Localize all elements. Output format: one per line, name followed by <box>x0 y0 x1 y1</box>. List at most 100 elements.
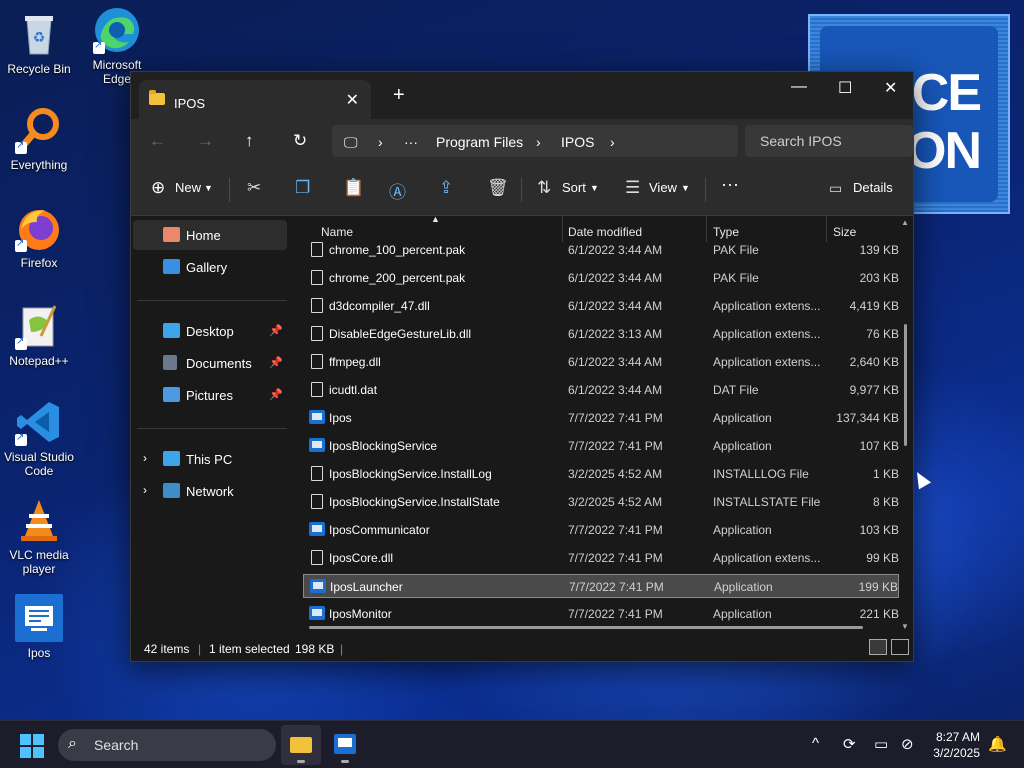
desktop-icon-ipos[interactable]: Ipos <box>2 594 76 660</box>
vertical-scrollbar[interactable]: ▲ ▼ <box>901 216 911 633</box>
scrollbar-thumb[interactable] <box>904 324 907 446</box>
nav-item-this-pc[interactable]: › This PC <box>133 444 287 474</box>
forward-button[interactable]: → <box>197 131 214 151</box>
more-path-icon[interactable]: ··· <box>404 134 418 150</box>
desktop-icon-notepadpp[interactable]: Notepad++ <box>2 302 76 368</box>
pin-icon[interactable]: 📌 <box>269 356 283 369</box>
pin-icon[interactable]: 📌 <box>269 324 283 337</box>
new-icon[interactable]: ⊕ <box>151 178 165 198</box>
desktop-icon-label: Visual Studio Code <box>4 450 74 478</box>
chevron-right-icon[interactable]: › <box>378 134 383 150</box>
share-icon[interactable]: ⇪ <box>439 178 453 198</box>
horizontal-scrollbar[interactable] <box>309 626 863 629</box>
refresh-button[interactable]: ↻ <box>293 131 307 151</box>
sort-icon[interactable]: ⇅ <box>537 178 551 198</box>
column-header-size[interactable]: Size <box>833 225 856 239</box>
desktop-icon-vscode[interactable]: Visual Studio Code <box>2 398 76 478</box>
file-row[interactable]: IposMonitor 7/7/2022 7:41 PM Application 22… <box>303 602 899 626</box>
delete-icon[interactable]: 🗑 <box>487 178 509 198</box>
tiles-view-button[interactable] <box>891 639 909 655</box>
chevron-right-icon[interactable]: › <box>143 451 147 465</box>
nav-item-pictures[interactable]: Pictures 📌 <box>133 380 287 410</box>
file-row[interactable]: IposBlockingService.InstallLog 3/2/2025 4… <box>303 462 899 486</box>
breadcrumb-program-files[interactable]: Program Files <box>436 134 523 150</box>
desktop-icon-recycle-bin[interactable]: ♻ Recycle Bin <box>2 10 76 76</box>
taskbar-ipos[interactable] <box>325 725 365 765</box>
up-button[interactable]: ↑ <box>245 131 254 151</box>
notification-bell-icon[interactable]: 🔔 <box>988 735 1007 753</box>
chevron-down-icon[interactable]: ▼ <box>681 183 690 193</box>
close-tab-icon[interactable]: ✕ <box>346 90 359 110</box>
tab-ipos[interactable]: IPOS ✕ <box>139 80 371 119</box>
volume-icon[interactable]: ⊘ <box>901 735 914 753</box>
sort-button[interactable]: Sort <box>562 180 586 195</box>
file-row[interactable]: IposLauncher 7/7/2022 7:41 PM Application 1… <box>303 574 899 598</box>
copy-icon[interactable]: ❐ <box>295 178 310 198</box>
file-row[interactable]: chrome_100_percent.pak 6/1/2022 3:44 AM PA… <box>303 238 899 262</box>
pin-icon[interactable]: 📌 <box>269 388 283 401</box>
file-row[interactable]: Ipos 7/7/2022 7:41 PM Application 137,344 K… <box>303 406 899 430</box>
file-icon <box>311 494 323 509</box>
file-explorer-window: IPOS ✕ + — ☐ ✕ ← → ↑ ↻ 🖵 › ··· Program F… <box>130 71 914 662</box>
nav-item-gallery[interactable]: Gallery <box>133 252 287 282</box>
file-row[interactable]: DisableEdgeGestureLib.dll 6/1/2022 3:13 A… <box>303 322 899 346</box>
show-hidden-icons[interactable]: ^ <box>812 735 819 752</box>
start-button[interactable] <box>20 734 44 758</box>
desktop-icon-vlc[interactable]: VLC media player <box>2 496 76 576</box>
details-pane-icon[interactable]: ▭ <box>829 180 842 197</box>
new-button[interactable]: New <box>175 180 201 195</box>
paste-icon[interactable]: 📋 <box>343 178 364 198</box>
file-row[interactable]: d3dcompiler_47.dll 6/1/2022 3:44 AM Applic… <box>303 294 899 318</box>
more-options-button[interactable]: ··· <box>721 174 739 195</box>
file-row[interactable]: chrome_200_percent.pak 6/1/2022 3:44 AM PA… <box>303 266 899 290</box>
chevron-right-icon[interactable]: › <box>536 134 541 150</box>
column-header-date[interactable]: Date modified <box>568 225 642 239</box>
taskbar-search[interactable]: ⌕ Search <box>58 729 276 761</box>
system-clock[interactable]: 8:27 AM 3/2/2025 <box>933 729 980 761</box>
close-window-button[interactable]: ✕ <box>884 78 897 98</box>
view-icon[interactable]: ☰ <box>625 178 640 198</box>
desktop-icon-firefox[interactable]: Firefox <box>2 204 76 270</box>
search-input[interactable]: Search IPOS <box>760 133 842 149</box>
column-header-name[interactable]: Name <box>321 225 353 239</box>
file-row[interactable]: IposCore.dll 7/7/2022 7:41 PM Application … <box>303 546 899 570</box>
file-type: Application <box>714 580 773 594</box>
file-type: PAK File <box>713 243 759 257</box>
desktop-icon-everything[interactable]: Everything <box>2 106 76 172</box>
chevron-right-icon[interactable]: › <box>143 483 147 497</box>
maximize-button[interactable]: ☐ <box>838 78 852 98</box>
search-box[interactable]: Search IPOS <box>745 125 913 157</box>
rename-icon[interactable]: Ⓐ <box>389 178 406 203</box>
file-row[interactable]: icudtl.dat 6/1/2022 3:44 AM DAT File 9,977 … <box>303 378 899 402</box>
scroll-down-icon[interactable]: ▼ <box>901 622 909 631</box>
file-row[interactable]: ffmpeg.dll 6/1/2022 3:44 AM Application ex… <box>303 350 899 374</box>
details-view-button[interactable] <box>869 639 887 655</box>
file-type: Application extens... <box>713 299 821 313</box>
file-row[interactable]: IposBlockingService 7/7/2022 7:41 PM Appli… <box>303 434 899 458</box>
chevron-down-icon[interactable]: ▼ <box>590 183 599 193</box>
nav-item-desktop[interactable]: Desktop 📌 <box>133 316 287 346</box>
chevron-right-icon[interactable]: › <box>610 134 615 150</box>
view-button[interactable]: View <box>649 180 677 195</box>
sync-icon[interactable]: ⟳ <box>843 735 856 753</box>
network-status-icon[interactable]: ▭ <box>874 735 888 753</box>
selection-size: 198 KB <box>295 642 335 656</box>
new-tab-button[interactable]: + <box>393 84 405 107</box>
minimize-button[interactable]: — <box>791 78 807 96</box>
cut-icon[interactable]: ✂ <box>247 178 261 198</box>
file-row[interactable]: IposCommunicator 7/7/2022 7:41 PM Applicat… <box>303 518 899 542</box>
file-row[interactable]: IposBlockingService.InstallState 3/2/2025… <box>303 490 899 514</box>
details-button[interactable]: Details <box>853 180 893 195</box>
nav-item-network[interactable]: › Network <box>133 476 287 506</box>
taskbar-file-explorer[interactable] <box>281 725 321 765</box>
sort-up-icon: ▲ <box>431 214 440 224</box>
nav-item-documents[interactable]: Documents 📌 <box>133 348 287 378</box>
address-bar[interactable]: 🖵 › ··· Program Files › IPOS › <box>332 125 738 157</box>
back-button[interactable]: ← <box>149 131 166 151</box>
breadcrumb-ipos[interactable]: IPOS <box>561 134 594 150</box>
scroll-up-icon[interactable]: ▲ <box>901 218 909 227</box>
column-header-type[interactable]: Type <box>713 225 739 239</box>
chevron-down-icon[interactable]: ▼ <box>204 183 213 193</box>
nav-item-home[interactable]: Home <box>133 220 287 250</box>
nav-divider <box>137 300 287 301</box>
